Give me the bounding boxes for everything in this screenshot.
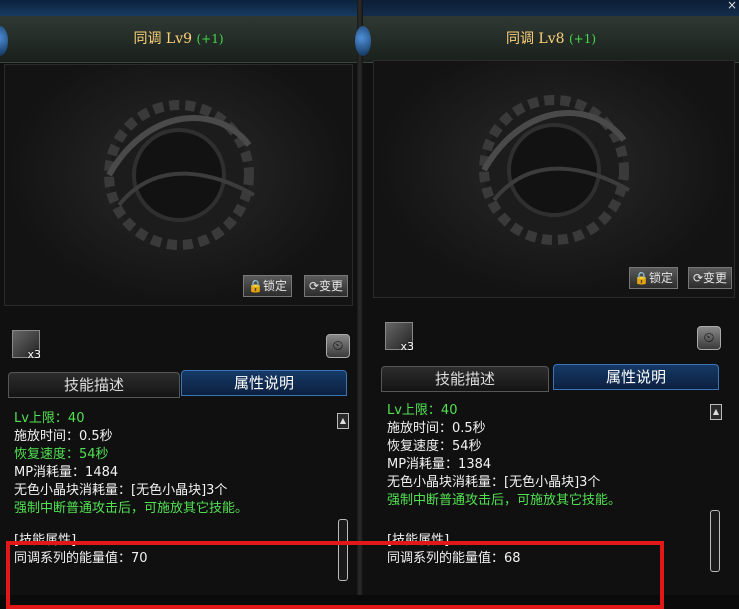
cast-time-line: 施放时间：0.5秒 bbox=[14, 429, 113, 444]
tab-attribute-description[interactable]: 属性说明 bbox=[553, 364, 719, 390]
cancel-line: 强制中断普通攻击后，可施放其它技能。 bbox=[14, 501, 249, 516]
close-icon[interactable]: × bbox=[727, 0, 737, 12]
cancel-line: 强制中断普通攻击后，可施放其它技能。 bbox=[387, 493, 622, 508]
right-corner-orb bbox=[355, 26, 371, 56]
dungeon-fighter-logo bbox=[479, 94, 630, 245]
skill-crystal-icon: x3 bbox=[385, 322, 414, 353]
right-skill-panel: 同调 Lv8 (+1) 🔒锁定 ⟳变更 x3 ⏲ 技能描述 属性说明 Lv上限：… bbox=[355, 16, 739, 595]
left-skill-plus: (+1) bbox=[196, 32, 224, 46]
tab-skill-description[interactable]: 技能描述 bbox=[381, 366, 549, 392]
scroll-up-icon[interactable]: ▲ bbox=[337, 413, 349, 429]
clock-icon[interactable]: ⏲ bbox=[697, 326, 721, 350]
skill-count: x3 bbox=[27, 348, 41, 361]
right-skill-plus: (+1) bbox=[568, 32, 597, 46]
crystal-line: 无色小晶块消耗量：[无色小晶块]3个 bbox=[387, 475, 601, 490]
right-skill-preview: 🔒锁定 ⟳变更 bbox=[373, 60, 735, 298]
scroll-up-icon[interactable]: ▲ bbox=[710, 404, 722, 420]
recover-line: 恢复速度：54秒 bbox=[14, 447, 109, 462]
crystal-line: 无色小晶块消耗量：[无色小晶块]3个 bbox=[14, 483, 228, 498]
right-skill-name: 同调 Lv8 bbox=[505, 31, 565, 47]
left-skill-header: 同调 Lv9 (+1) bbox=[0, 16, 357, 63]
scroll-thumb[interactable] bbox=[710, 510, 720, 572]
recover-line: 恢复速度：54秒 bbox=[387, 439, 482, 454]
change-button[interactable]: ⟳变更 bbox=[303, 275, 348, 297]
cast-time-line: 施放时间：0.5秒 bbox=[387, 421, 486, 436]
highlight-box bbox=[6, 541, 664, 609]
lv-cap-line: Lv上限：40 bbox=[14, 411, 85, 426]
lv-cap-line: Lv上限：40 bbox=[387, 403, 458, 418]
tab-skill-description[interactable]: 技能描述 bbox=[8, 372, 180, 398]
skill-crystal-icon: x3 bbox=[12, 330, 41, 361]
mp-line: MP消耗量：1384 bbox=[387, 457, 492, 472]
tab-attribute-description[interactable]: 属性说明 bbox=[181, 370, 347, 396]
skill-count: x3 bbox=[400, 340, 414, 353]
left-skill-name: 同调 Lv9 bbox=[133, 31, 193, 47]
left-skill-panel: 同调 Lv9 (+1) 🔒锁定 ⟳变更 x3 ⏲ 技能描述 属性说明 Lv上限：… bbox=[0, 16, 357, 595]
lock-button[interactable]: 🔒锁定 bbox=[629, 267, 678, 289]
change-button[interactable]: ⟳变更 bbox=[687, 267, 732, 289]
left-skill-preview: 🔒锁定 ⟳变更 bbox=[4, 64, 353, 306]
dungeon-fighter-logo bbox=[103, 100, 255, 251]
clock-icon[interactable]: ⏲ bbox=[326, 334, 350, 358]
mp-line: MP消耗量：1484 bbox=[14, 465, 119, 480]
lock-button[interactable]: 🔒锁定 bbox=[243, 275, 292, 297]
right-skill-header: 同调 Lv8 (+1) bbox=[363, 16, 739, 63]
